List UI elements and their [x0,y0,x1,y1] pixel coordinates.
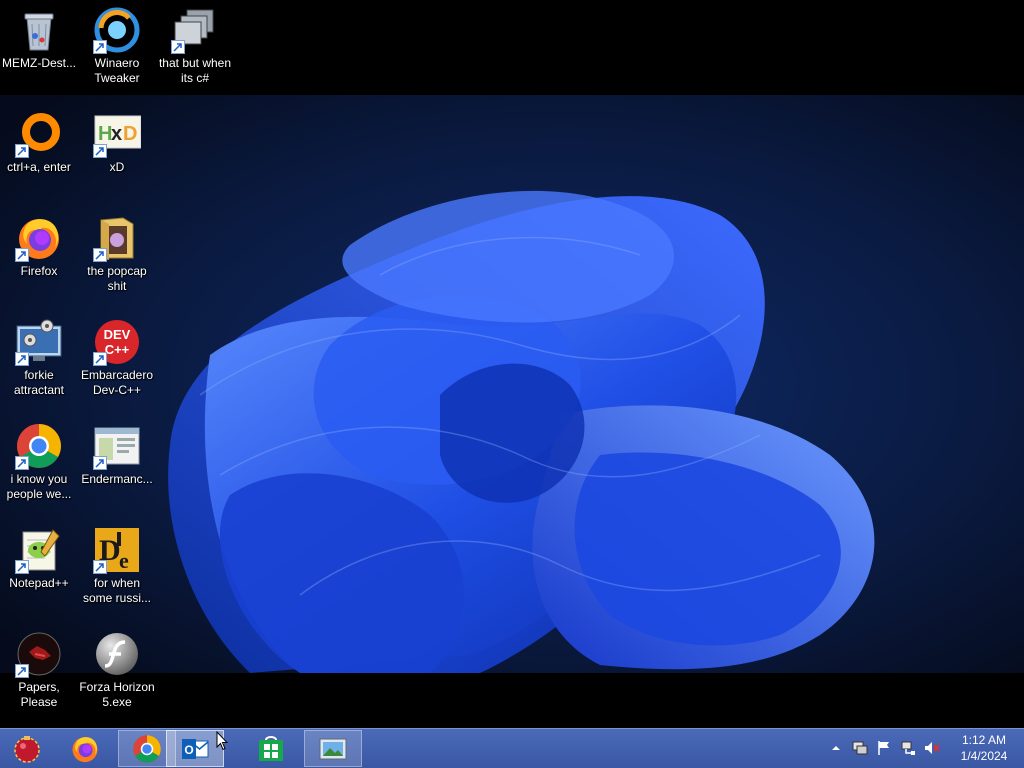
network-icon [901,741,915,755]
desktop-icon-label: MEMZ-Dest... [2,56,76,70]
desktop-icon-winaero[interactable]: Winaero Tweaker [78,6,156,86]
flag-icon [878,741,889,755]
shortcut-arrow-icon [15,664,29,678]
flash-icon [96,633,138,675]
shortcut-arrow-icon [93,456,107,470]
recycle-bin-icon [24,13,54,51]
desktop-icon-label: Winaero Tweaker [94,56,140,85]
taskbar-firefox[interactable] [56,730,114,767]
desktop-icon-label: Firefox [20,264,58,278]
desktop-icon-label: Embarcadero Dev-C++ [80,368,154,397]
svg-text:x: x [111,123,122,145]
desktop-icon-label: forkie attractant [13,368,65,397]
taskbar-store[interactable] [242,730,300,767]
show-hidden-icon [832,746,840,750]
desktop-icon-label: for when some russi... [82,576,151,605]
desktop-icon-xd[interactable]: HxD xD [78,110,156,175]
desktop[interactable]: MEMZ-Dest... Winaero Tweaker that but wh… [0,0,1024,728]
taskbar-photos[interactable] [304,730,362,767]
desktop-icon-label: Endermanc... [81,472,153,486]
store-icon [259,735,283,761]
svg-text:O: O [184,743,193,757]
desktop-icon-popcap[interactable]: the popcap shit [78,214,156,294]
mouse-cursor-icon [216,731,228,751]
chrome-icon [133,734,161,763]
shortcut-arrow-icon [15,456,29,470]
system-tray: 1:12 AM 1/4/2024 [824,729,1024,767]
desktop-icon-label: that but when its c# [158,56,232,85]
desktop-icon-label: Forza Horizon 5.exe [79,680,155,709]
clock-time: 1:12 AM [961,733,1007,747]
tray-action-center[interactable] [874,738,894,758]
desktop-icon-label: ctrl+a, enter [7,160,71,174]
start-orb-icon [14,735,40,763]
svg-text:C++: C++ [105,342,130,357]
shortcut-arrow-icon [15,248,29,262]
svg-text:e: e [119,548,129,573]
shortcut-arrow-icon [93,352,107,366]
firefox-icon [72,736,98,762]
shortcut-arrow-icon [93,248,107,262]
desktop-icon-chrome[interactable]: i know you people we... [0,422,78,502]
shortcut-arrow-icon [15,560,29,574]
desktop-icon-firefox[interactable]: Firefox [0,214,78,279]
clock[interactable]: 1:12 AM 1/4/2024 [944,732,1024,764]
desktop-icon-label: xD [109,160,125,174]
desktop-icon-label: Notepad++ [9,576,69,590]
clock-date: 1/4/2024 [960,749,1008,763]
desktop-icon-label: Papers, Please [18,680,60,709]
taskbar: O 1:12 AM 1/4/2024 [0,728,1024,768]
desktop-icon-forkie[interactable]: forkie attractant [0,318,78,398]
desktop-icon-devcpp[interactable]: DEV C++ Embarcadero Dev-C++ [78,318,156,398]
tray-volume[interactable] [922,738,942,758]
desktop-icon-die[interactable]: De for when some russi... [78,526,156,606]
shortcut-arrow-icon [171,40,185,54]
desktop-icon-forza[interactable]: Forza Horizon 5.exe [78,630,156,710]
display-icon [852,741,868,755]
shortcut-arrow-icon [93,40,107,54]
svg-text:DEV: DEV [104,327,131,342]
tray-display[interactable] [850,738,870,758]
shortcut-arrow-icon [93,144,107,158]
photo-viewer-icon [319,738,347,759]
desktop-icon-label: i know you people we... [6,472,72,501]
desktop-icon-ctrl-a[interactable]: ctrl+a, enter [0,110,78,175]
desktop-icon-enderman[interactable]: Endermanc... [78,422,156,487]
desktop-icon-memz[interactable]: MEMZ-Dest... [0,6,78,71]
shortcut-arrow-icon [15,144,29,158]
svg-text:D: D [123,123,137,145]
tray-network[interactable] [898,738,918,758]
desktop-icon-notepadpp[interactable]: Notepad++ [0,526,78,591]
desktop-icon-csharp[interactable]: that but when its c# [156,6,234,86]
desktop-icon-label: the popcap shit [87,264,147,293]
start-button[interactable] [0,730,54,767]
shortcut-arrow-icon [15,352,29,366]
desktop-icon-papers[interactable]: Papers, Please [0,630,78,710]
show-hidden-icons-button[interactable] [826,738,846,758]
outlook-icon: O [182,738,209,759]
shortcut-arrow-icon [93,560,107,574]
volume-muted-icon [925,742,940,754]
